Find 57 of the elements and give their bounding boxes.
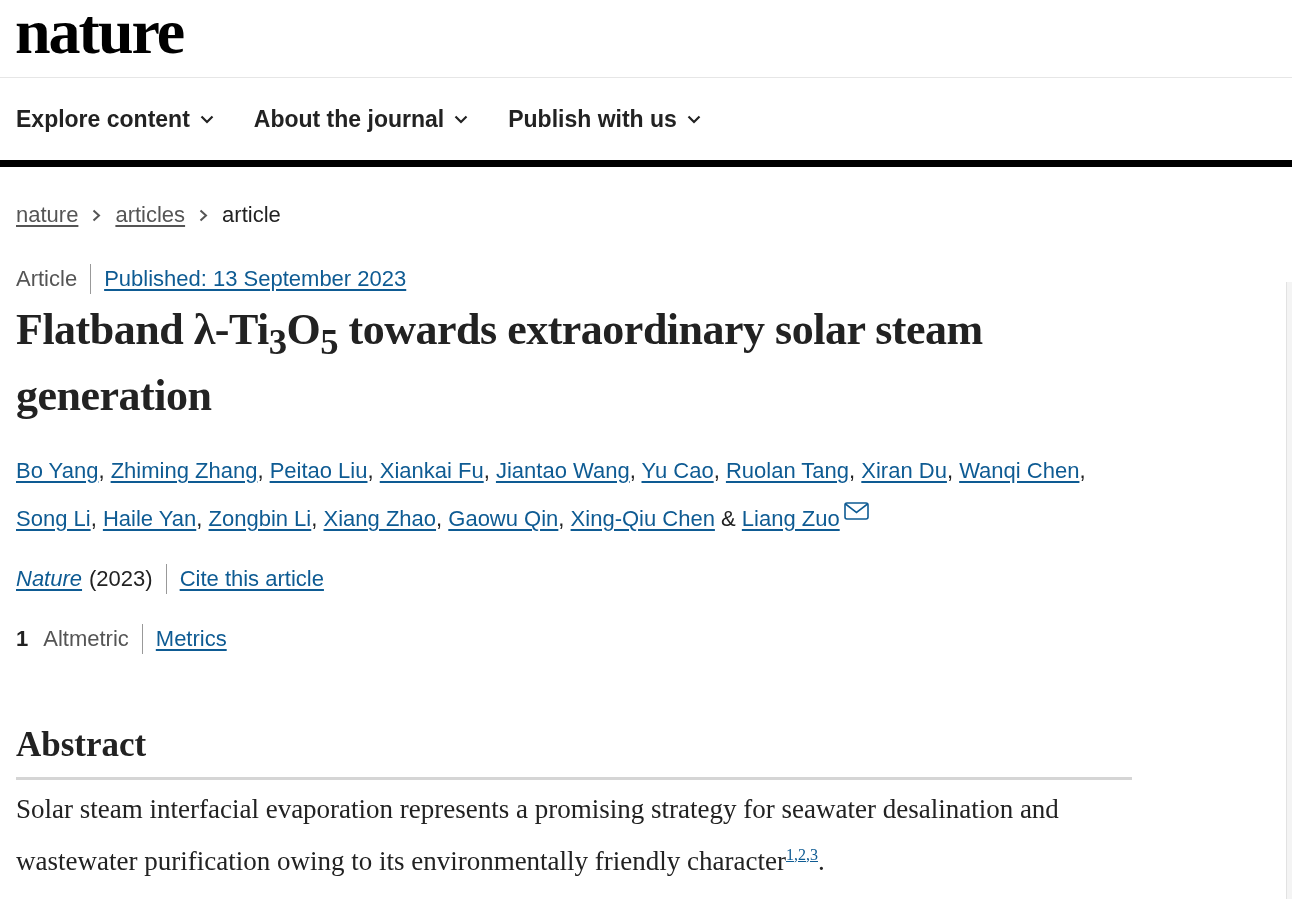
altmetric-count: 1 <box>16 625 29 652</box>
author-link[interactable]: Xiankai Fu <box>379 457 484 483</box>
metrics-link[interactable]: Metrics <box>155 625 227 652</box>
comma-text: , <box>946 457 954 483</box>
ampersand-text: & <box>721 505 736 531</box>
author-link[interactable]: Xing-Qiu Chen <box>570 505 715 531</box>
publication-year: (2023) <box>89 565 153 592</box>
author-link[interactable]: Liang Zuo <box>741 505 869 531</box>
author-link[interactable]: Peitao Liu <box>269 457 368 483</box>
mail-icon[interactable] <box>843 501 869 520</box>
author-link[interactable]: Xiang Zhao <box>323 505 437 531</box>
breadcrumb-link[interactable]: articles <box>115 202 186 228</box>
comma-text: , <box>311 505 318 531</box>
cite-link[interactable]: Cite this article <box>179 565 324 592</box>
comma-text: , <box>483 457 490 483</box>
author-link[interactable]: Xiran Du <box>861 457 947 483</box>
article-type: Article <box>16 266 78 292</box>
nav-menu-button[interactable]: Publish with us <box>508 105 701 133</box>
section-heading: Abstract <box>16 724 1132 780</box>
journal-logo[interactable]: nature <box>15 0 184 64</box>
author-link[interactable]: Haile Yan <box>102 505 197 531</box>
altmetric-label: Altmetric <box>43 625 129 652</box>
comma-text: , <box>367 457 374 483</box>
author-link[interactable]: Gaowu Qin <box>448 505 559 531</box>
comma-text: , <box>90 505 97 531</box>
reference-link[interactable]: 3 <box>810 845 818 863</box>
author-link[interactable]: Wanqi Chen <box>959 457 1080 483</box>
author-link[interactable]: Yu Cao <box>641 457 714 483</box>
comma-text: , <box>558 505 565 531</box>
author-link[interactable]: Song Li <box>16 505 91 531</box>
chevron-right-icon <box>199 208 209 222</box>
comma-text: , <box>98 457 105 483</box>
comma-text: , <box>849 457 856 483</box>
author-link[interactable]: Ruolan Tang <box>725 457 850 483</box>
chevron-down-icon <box>199 114 214 124</box>
article-title: Flatband λ-Ti$_{3}$O$_{5}$ towards extraordinary solar steam generation <box>16 304 984 422</box>
comma-text: , <box>629 457 636 483</box>
comma-text: , <box>1079 457 1086 483</box>
reference-link[interactable]: 2 <box>798 845 806 863</box>
author-link[interactable]: Zhiming Zhang <box>110 457 258 483</box>
comma-text: , <box>196 505 203 531</box>
breadcrumb-current: article <box>222 202 281 228</box>
journal-link[interactable]: Nature <box>16 565 83 592</box>
breadcrumb-link[interactable]: nature <box>16 202 79 228</box>
nav-menu-button[interactable]: About the journal <box>253 105 469 133</box>
comma-text: , <box>257 457 264 483</box>
author-link[interactable]: Zongbin Li <box>208 505 312 531</box>
comma-text: , <box>436 505 443 531</box>
published-date-link[interactable]: Published: 13 September 2023 <box>104 266 407 292</box>
author-link[interactable]: Jiantao Wang <box>495 457 630 483</box>
chevron-down-icon <box>686 114 701 124</box>
comma-text: , <box>713 457 720 483</box>
nav-menu-button[interactable]: Explore content <box>16 105 214 133</box>
chevron-right-icon <box>92 208 102 222</box>
author-link[interactable]: Bo Yang <box>16 457 99 483</box>
reference-link[interactable]: 1 <box>786 845 794 863</box>
chevron-down-icon <box>454 114 469 124</box>
